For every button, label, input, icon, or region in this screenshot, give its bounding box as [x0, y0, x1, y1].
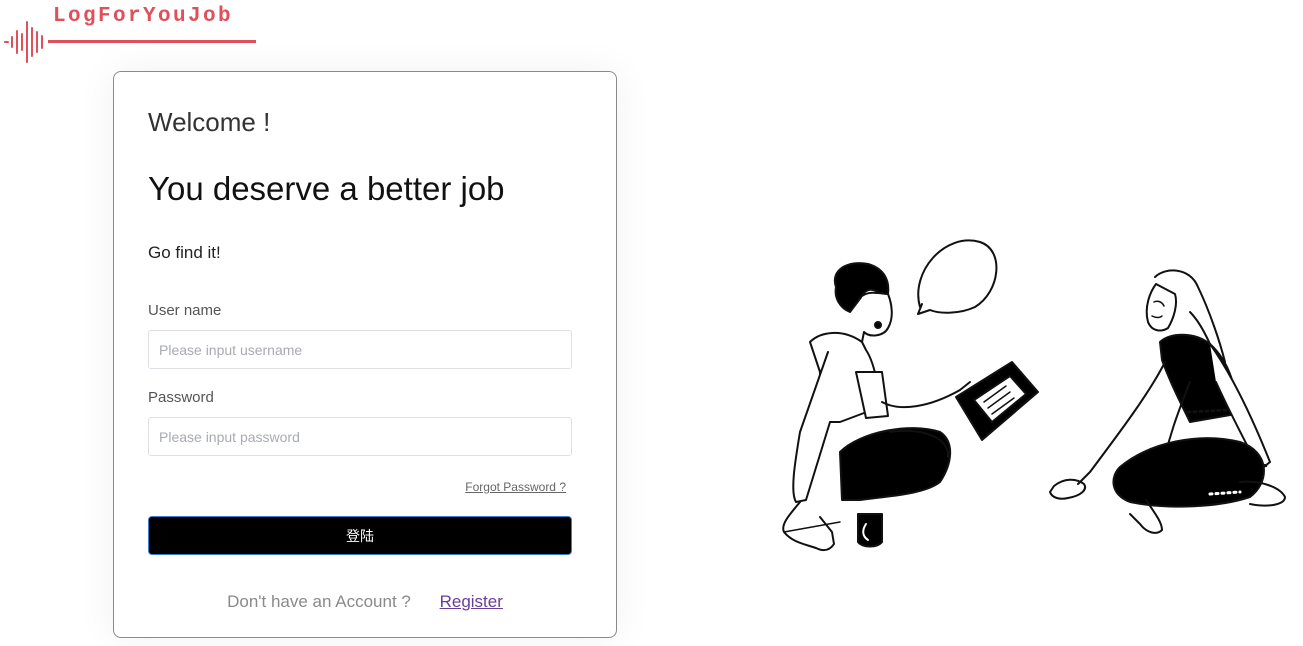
- register-link[interactable]: Register: [440, 592, 503, 611]
- page-title: You deserve a better job: [148, 170, 505, 207]
- subtitle: Go find it!: [148, 243, 221, 262]
- welcome-text: Welcome !: [148, 107, 271, 137]
- speech-bubble-icon: [917, 239, 998, 315]
- woman-figure: [1049, 269, 1286, 534]
- password-input[interactable]: [148, 417, 572, 456]
- soundwave-icon: [4, 21, 43, 63]
- login-card: Welcome ! You deserve a better job Go fi…: [113, 71, 617, 638]
- login-button[interactable]: 登陆: [148, 516, 572, 555]
- app-logo: LogForYouJob: [0, 0, 270, 66]
- two-people-talking-illustration: [782, 239, 1286, 552]
- username-label: User name: [148, 302, 222, 319]
- no-account-text: Don't have an Account ?: [227, 592, 411, 611]
- password-label: Password: [148, 389, 214, 406]
- logo-underline: [48, 40, 256, 43]
- man-figure: [782, 262, 1039, 552]
- logo-text: LogForYouJob: [53, 5, 234, 28]
- forgot-password-link[interactable]: Forgot Password ?: [465, 480, 566, 494]
- register-prompt: Don't have an Account ? Register: [114, 592, 616, 612]
- username-input[interactable]: [148, 330, 572, 369]
